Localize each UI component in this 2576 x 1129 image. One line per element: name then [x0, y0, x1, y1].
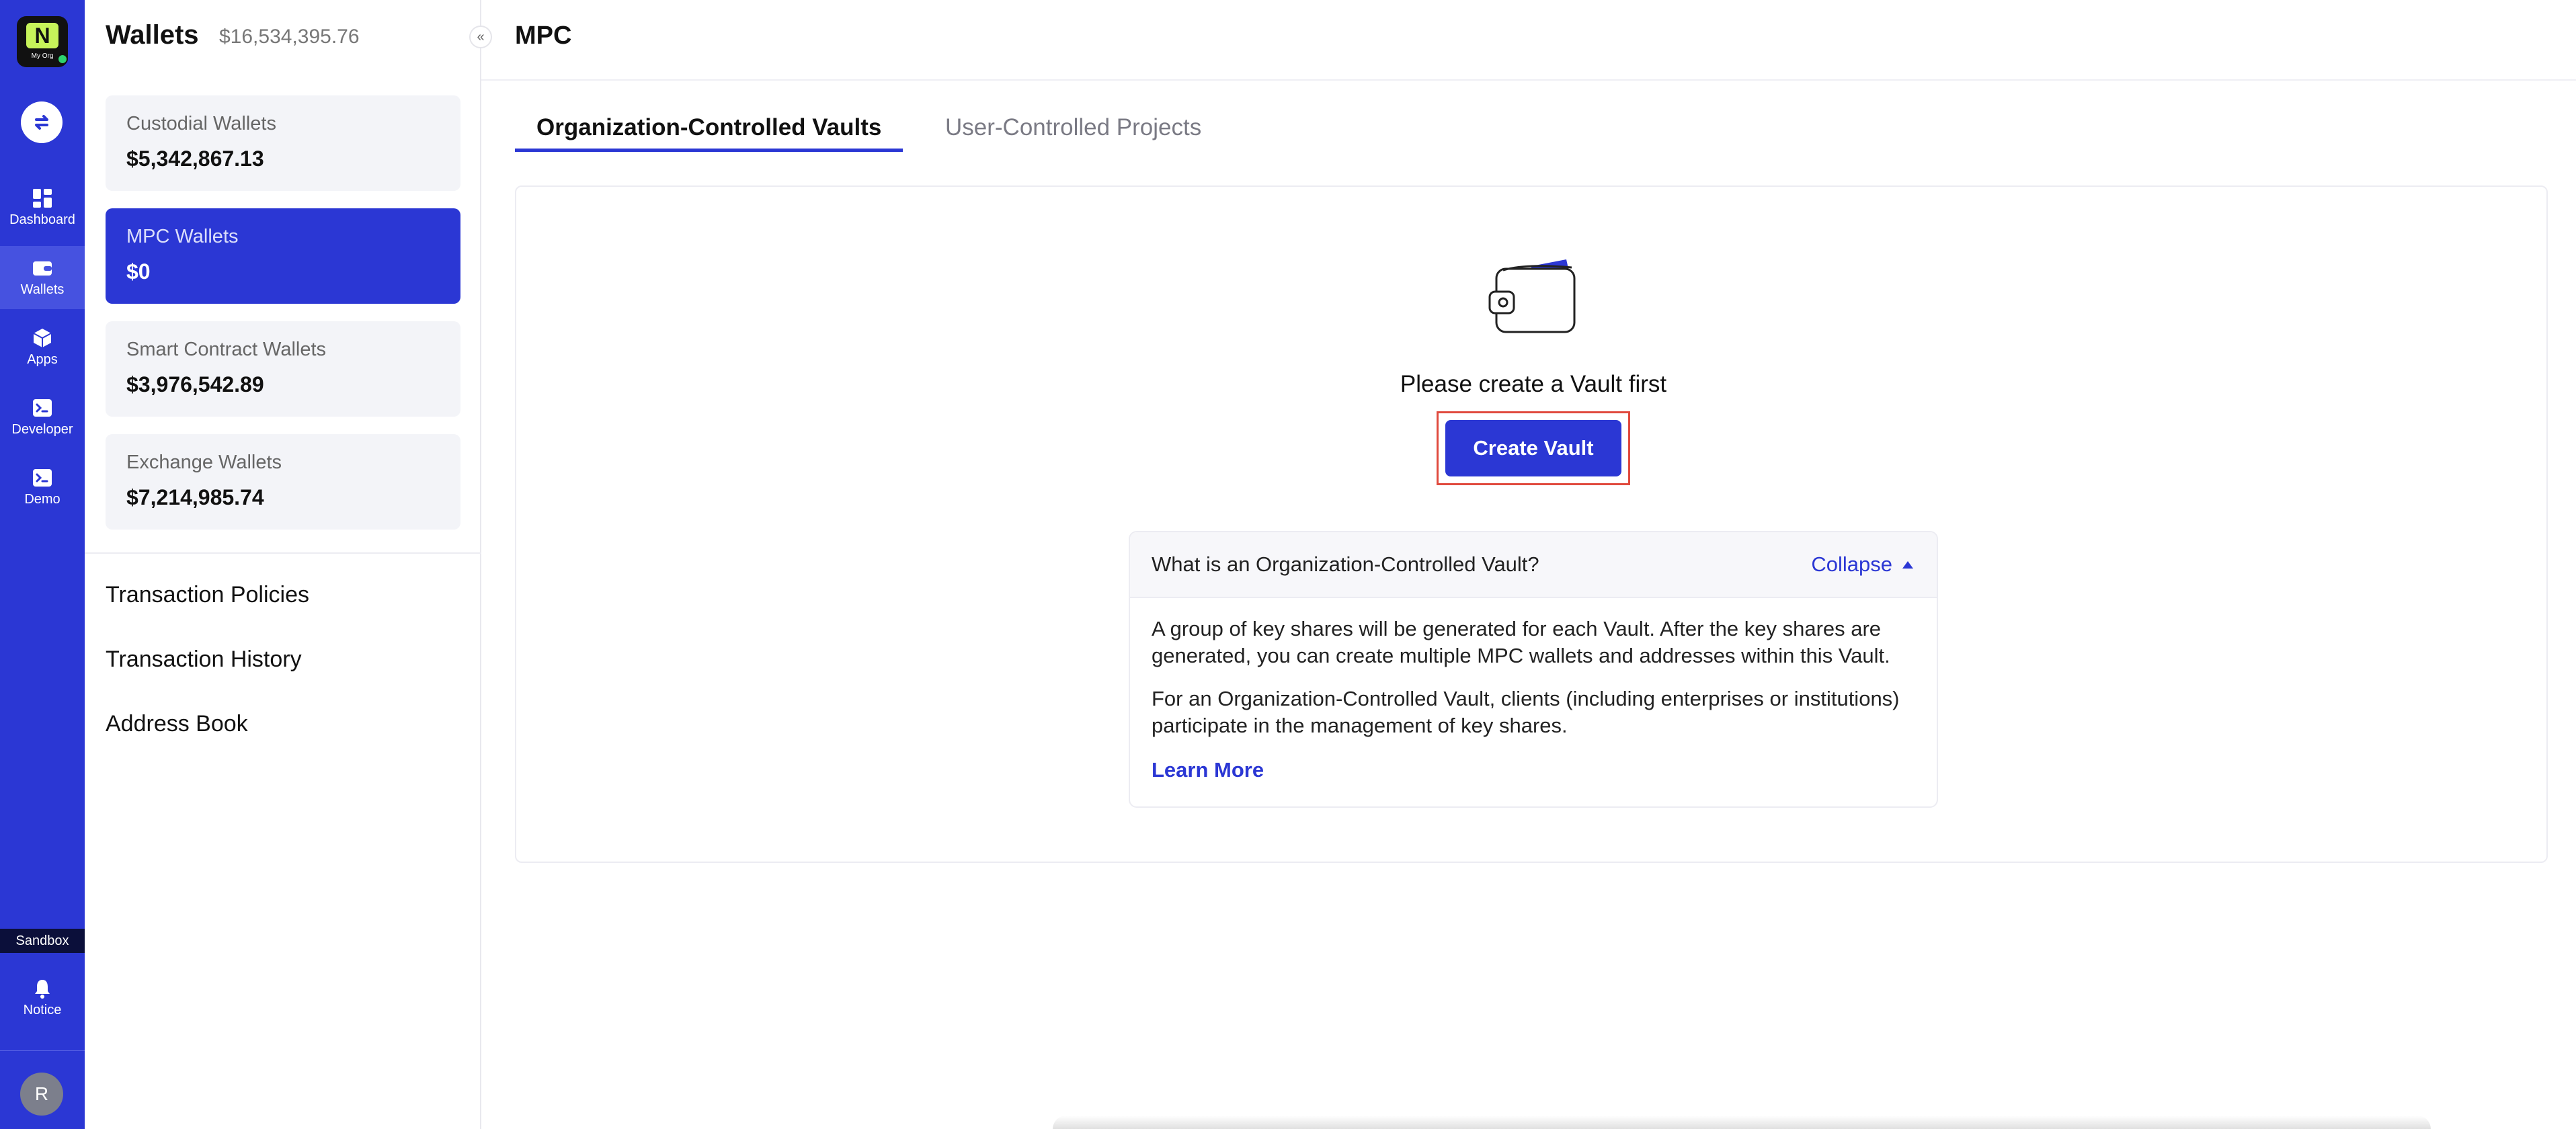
- faq-card: What is an Organization-Controlled Vault…: [1129, 531, 1938, 808]
- nav-rail: N My Org Dashboard Wallets Apps Develope…: [0, 0, 85, 1129]
- apps-cube-icon: [33, 329, 52, 347]
- swap-button[interactable]: [21, 101, 63, 143]
- nav-item-label: Wallets: [20, 282, 65, 297]
- online-status-dot: [57, 54, 68, 65]
- faq-header[interactable]: What is an Organization-Controlled Vault…: [1130, 532, 1937, 598]
- total-balance: $16,534,395.76: [219, 26, 360, 48]
- sidebar-divider: [85, 552, 481, 554]
- faq-paragraph: A group of key shares will be generated …: [1152, 617, 1890, 667]
- rail-divider: [0, 1050, 85, 1051]
- nav-item-label: Dashboard: [9, 212, 75, 227]
- page-title: MPC: [515, 22, 572, 50]
- caret-up-icon: [1902, 561, 1913, 569]
- wallets-sidebar: Wallets $16,534,395.76 « Custodial Walle…: [85, 0, 492, 1129]
- create-vault-button[interactable]: Create Vault: [1445, 420, 1621, 476]
- wallet-card-name: Exchange Wallets: [126, 452, 282, 473]
- logo-mark-icon: N: [26, 23, 58, 48]
- nav-item-label: Notice: [23, 1003, 62, 1017]
- collapse-toggle[interactable]: Collapse: [1811, 552, 1914, 577]
- wallet-card-exchange[interactable]: Exchange Wallets $7,214,985.74: [106, 434, 460, 530]
- tab-user-controlled-projects[interactable]: User-Controlled Projects: [924, 114, 1223, 152]
- tab-organization-controlled-vaults[interactable]: Organization-Controlled Vaults: [515, 114, 903, 152]
- nav-item-demo[interactable]: Demo: [0, 456, 85, 519]
- nav-item-label: Demo: [24, 492, 61, 507]
- wallet-card-name: MPC Wallets: [126, 226, 239, 247]
- nav-item-label: Developer: [11, 422, 73, 437]
- wallet-card-name: Smart Contract Wallets: [126, 339, 327, 360]
- empty-state-message: Please create a Vault first: [1400, 371, 1667, 397]
- create-vault-highlight: Create Vault: [1437, 411, 1630, 485]
- terminal-icon: [33, 399, 52, 417]
- bottom-shadow: [1053, 1116, 2431, 1129]
- sandbox-badge: Sandbox: [0, 929, 85, 953]
- nav-item-dashboard[interactable]: Dashboard: [0, 176, 85, 239]
- wallet-card-name: Custodial Wallets: [126, 113, 276, 134]
- wallet-icon: [33, 261, 52, 276]
- org-logo[interactable]: N My Org: [17, 16, 68, 67]
- learn-more-link[interactable]: Learn More: [1152, 758, 1264, 782]
- nav-item-apps[interactable]: Apps: [0, 316, 85, 379]
- bell-icon: [35, 980, 50, 999]
- page-header: MPC: [481, 0, 2576, 81]
- link-transaction-policies[interactable]: Transaction Policies: [106, 582, 309, 608]
- wallet-card-mpc[interactable]: MPC Wallets $0: [106, 208, 460, 304]
- wallet-card-custodial[interactable]: Custodial Wallets $5,342,867.13: [106, 95, 460, 191]
- wallet-card-value: $7,214,985.74: [126, 485, 264, 509]
- avatar[interactable]: R: [20, 1073, 63, 1116]
- wallet-card-value: $0: [126, 259, 151, 284]
- nav-item-notice[interactable]: Notice: [0, 962, 85, 1026]
- collapse-label: Collapse: [1811, 552, 1892, 576]
- link-address-book[interactable]: Address Book: [106, 711, 248, 737]
- nav-item-label: Apps: [27, 352, 58, 367]
- empty-wallet-illustration-icon: [1488, 259, 1576, 333]
- wallet-card-value: $5,342,867.13: [126, 147, 264, 171]
- terminal-icon: [33, 469, 52, 487]
- faq-question: What is an Organization-Controlled Vault…: [1152, 552, 1539, 576]
- nav-item-wallets[interactable]: Wallets: [0, 246, 85, 309]
- sidebar-title: Wallets: [106, 20, 199, 50]
- link-transaction-history[interactable]: Transaction History: [106, 646, 302, 673]
- dashboard-icon: [33, 189, 52, 208]
- faq-paragraph: For an Organization-Controlled Vault, cl…: [1152, 687, 1900, 737]
- swap-arrows-icon: [35, 115, 48, 130]
- wallet-card-smart-contract[interactable]: Smart Contract Wallets $3,976,542.89: [106, 321, 460, 417]
- main-content: MPC Organization-Controlled Vaults User-…: [481, 0, 2576, 1129]
- wallet-card-value: $3,976,542.89: [126, 372, 264, 396]
- nav-item-developer[interactable]: Developer: [0, 386, 85, 449]
